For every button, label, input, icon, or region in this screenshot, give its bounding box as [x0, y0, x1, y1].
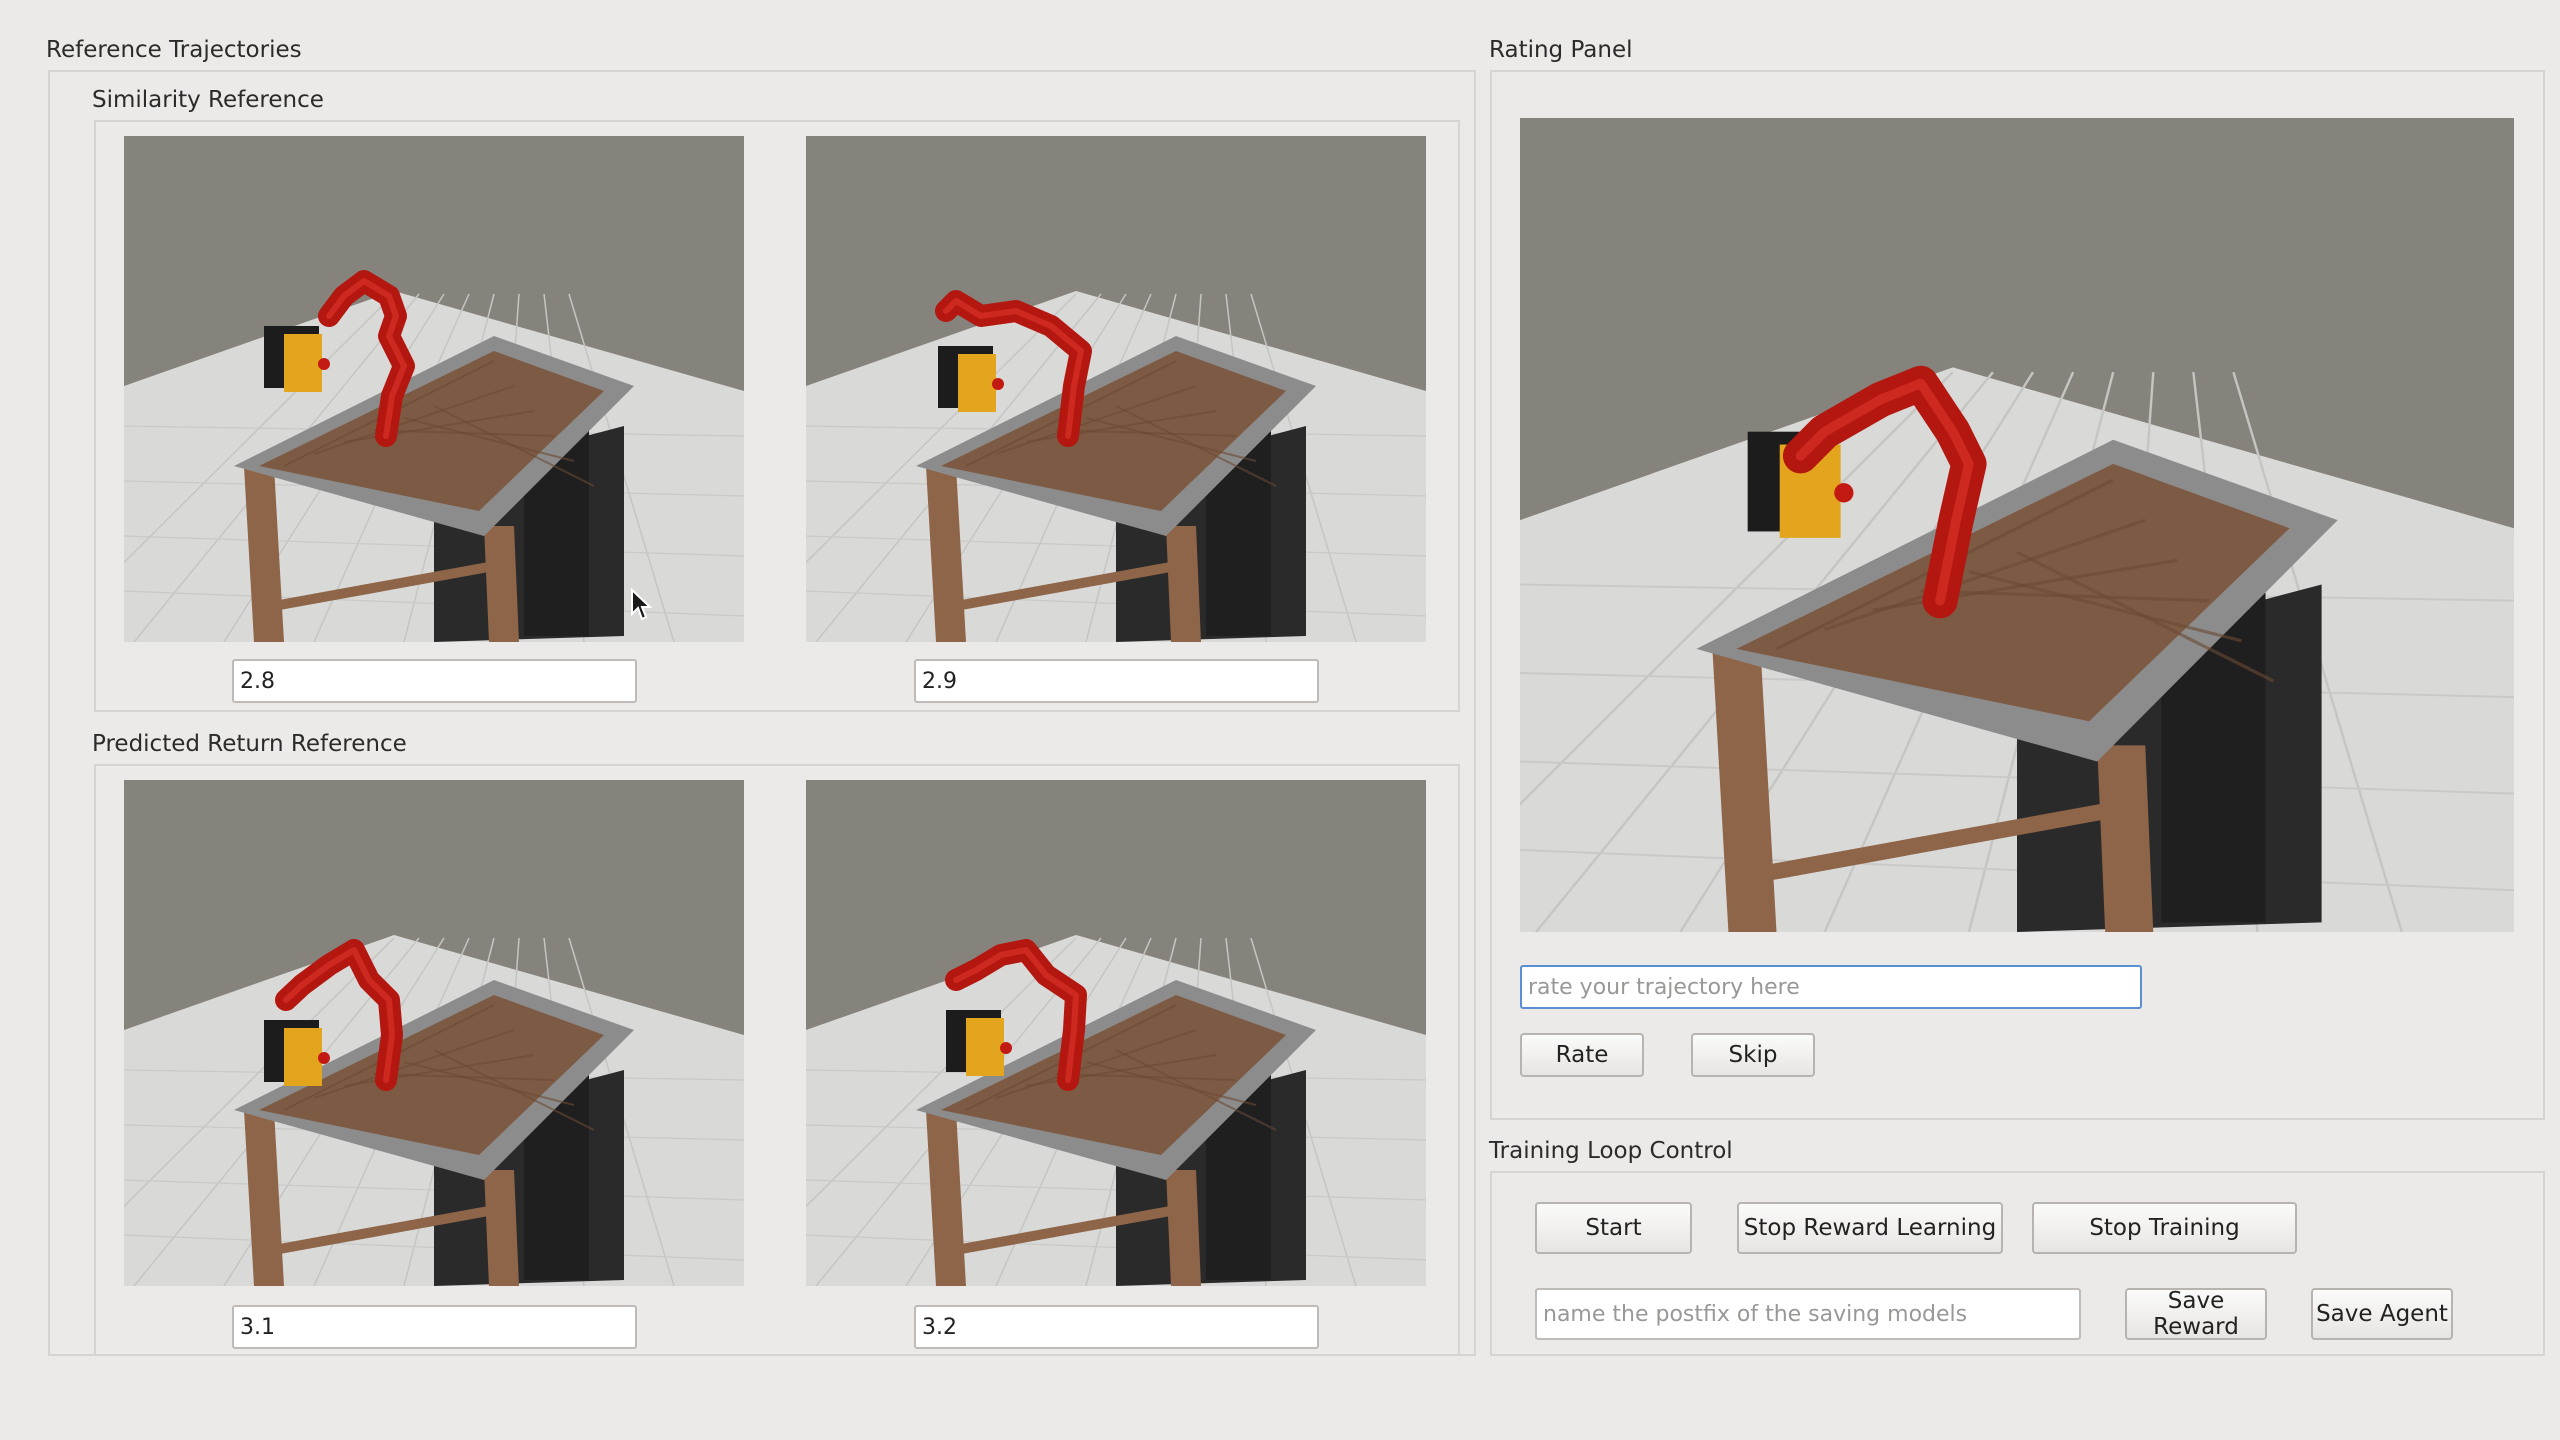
start-button[interactable]: Start — [1535, 1202, 1692, 1254]
mouse-cursor-icon — [631, 588, 652, 621]
predicted-score-field-1[interactable] — [232, 1305, 637, 1349]
predicted-trajectory-view-1[interactable] — [124, 780, 744, 1286]
similarity-score-field-2[interactable] — [914, 659, 1319, 703]
save-agent-button[interactable]: Save Agent — [2311, 1288, 2453, 1340]
rate-button[interactable]: Rate — [1520, 1033, 1644, 1077]
similarity-reference-title: Similarity Reference — [92, 87, 324, 113]
predicted-score-field-2[interactable] — [914, 1305, 1319, 1349]
save-reward-button[interactable]: Save Reward — [2125, 1288, 2267, 1340]
similarity-trajectory-view-2[interactable] — [806, 136, 1426, 642]
training-loop-control-title: Training Loop Control — [1489, 1138, 1733, 1164]
postfix-input[interactable] — [1535, 1288, 2081, 1340]
rating-trajectory-view[interactable] — [1520, 118, 2514, 932]
rating-panel-title: Rating Panel — [1489, 37, 1633, 63]
predicted-trajectory-view-2[interactable] — [806, 780, 1426, 1286]
skip-button[interactable]: Skip — [1691, 1033, 1815, 1077]
stop-reward-learning-button[interactable]: Stop Reward Learning — [1737, 1202, 2003, 1254]
reference-trajectories-title: Reference Trajectories — [46, 37, 302, 63]
predicted-return-reference-title: Predicted Return Reference — [92, 731, 407, 757]
rating-input[interactable] — [1520, 965, 2142, 1009]
similarity-score-field-1[interactable] — [232, 659, 637, 703]
stop-training-button[interactable]: Stop Training — [2032, 1202, 2297, 1254]
similarity-trajectory-view-1[interactable] — [124, 136, 744, 642]
